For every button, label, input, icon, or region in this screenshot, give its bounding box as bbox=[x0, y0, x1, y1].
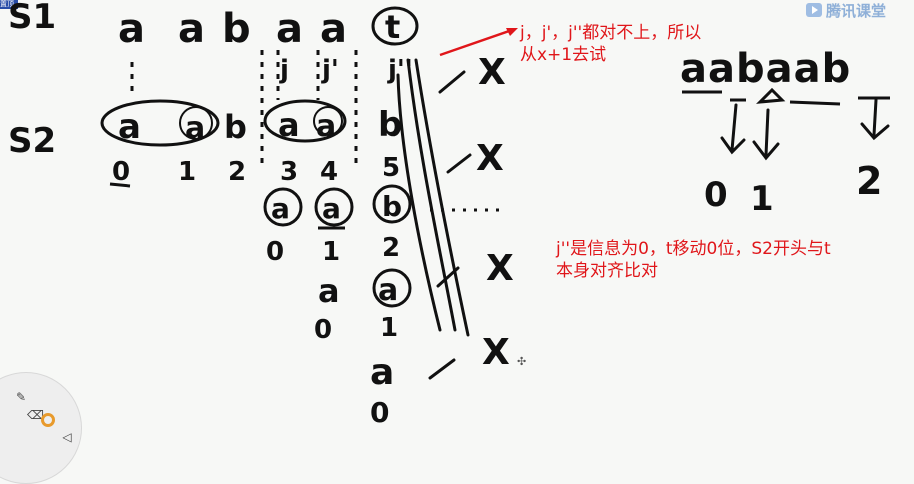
svg-text:a: a bbox=[318, 272, 340, 310]
s1-char: a bbox=[320, 6, 347, 52]
color-wheel-icon[interactable] bbox=[41, 413, 55, 427]
s1-char: a bbox=[178, 6, 205, 52]
shift-row-3: a 0 bbox=[370, 352, 394, 429]
svg-text:b: b bbox=[382, 190, 402, 223]
annotation-line: j，j'，j''都对不上，所以 bbox=[520, 23, 702, 43]
svg-text:0: 0 bbox=[370, 396, 389, 429]
cross-mark: X bbox=[476, 138, 504, 179]
svg-text:a: a bbox=[322, 192, 341, 225]
svg-text:2: 2 bbox=[856, 159, 882, 203]
s1-label: S1 bbox=[8, 0, 56, 37]
j-marks: j j' j'' bbox=[279, 55, 413, 85]
svg-text:1: 1 bbox=[322, 237, 340, 267]
annotation-bottom: j''是信息为0，t移动0位，S2开头与t 本身对齐比对 bbox=[556, 238, 831, 282]
svg-text:1: 1 bbox=[380, 313, 398, 343]
right-example: aabaab 0 1 2 bbox=[680, 46, 890, 219]
j-mark: j' bbox=[321, 55, 339, 85]
whiteboard-canvas[interactable]: S1 a a b a a t j j' j'' S2 a a b a a b 0 bbox=[0, 0, 914, 438]
s1-row: a a b a a t bbox=[118, 6, 419, 52]
s2-label: S2 bbox=[8, 121, 56, 161]
svg-text:a: a bbox=[271, 192, 290, 225]
annotation-line: j''是信息为0，t移动0位，S2开头与t bbox=[556, 239, 831, 259]
svg-text:a: a bbox=[378, 273, 398, 308]
svg-text:0: 0 bbox=[266, 237, 284, 267]
svg-text:0: 0 bbox=[704, 175, 728, 215]
pen-icon[interactable]: ✎ bbox=[13, 389, 29, 405]
s1-char: a bbox=[118, 6, 145, 52]
s2-char: a bbox=[118, 107, 141, 147]
svg-text:4: 4 bbox=[320, 157, 338, 187]
svg-text:1: 1 bbox=[178, 157, 196, 187]
svg-text:5: 5 bbox=[382, 153, 400, 183]
annotation-line: 从x+1去试 bbox=[520, 45, 607, 65]
s2-char: b bbox=[224, 108, 247, 146]
annotation-arrow bbox=[439, 28, 518, 57]
shift-row-1: a a b 0 1 2 bbox=[263, 184, 412, 267]
cross-mark: X bbox=[478, 52, 506, 93]
example-string: aabaab bbox=[680, 46, 851, 92]
svg-text:3: 3 bbox=[280, 157, 298, 187]
svg-text:0: 0 bbox=[314, 315, 332, 345]
cross-mark: X bbox=[482, 332, 510, 373]
svg-text:2: 2 bbox=[228, 157, 246, 187]
s1-char: a bbox=[276, 6, 303, 52]
crosshair-cursor-icon: ✣ bbox=[517, 355, 527, 368]
s2-char: a bbox=[278, 106, 300, 144]
s1-char: t bbox=[385, 8, 400, 46]
s2-char: a bbox=[316, 109, 336, 144]
cross-marks: X X X X bbox=[476, 52, 514, 373]
s1-char: b bbox=[222, 6, 251, 52]
comparison-strokes bbox=[396, 58, 472, 380]
svg-text:2: 2 bbox=[382, 233, 400, 263]
shift-row-2: a a 0 1 bbox=[314, 268, 412, 345]
svg-text:1: 1 bbox=[750, 179, 774, 219]
annotation-top: j，j'，j''都对不上，所以 从x+1去试 bbox=[520, 22, 701, 66]
svg-text:a: a bbox=[370, 352, 394, 393]
j-mark: j bbox=[279, 55, 289, 85]
annotation-line: 本身对齐比对 bbox=[556, 261, 658, 281]
arrow-icon[interactable]: ◁ bbox=[59, 429, 75, 445]
s2-char: a bbox=[185, 111, 205, 146]
cross-mark: X bbox=[486, 248, 514, 289]
svg-text:0: 0 bbox=[112, 157, 130, 187]
